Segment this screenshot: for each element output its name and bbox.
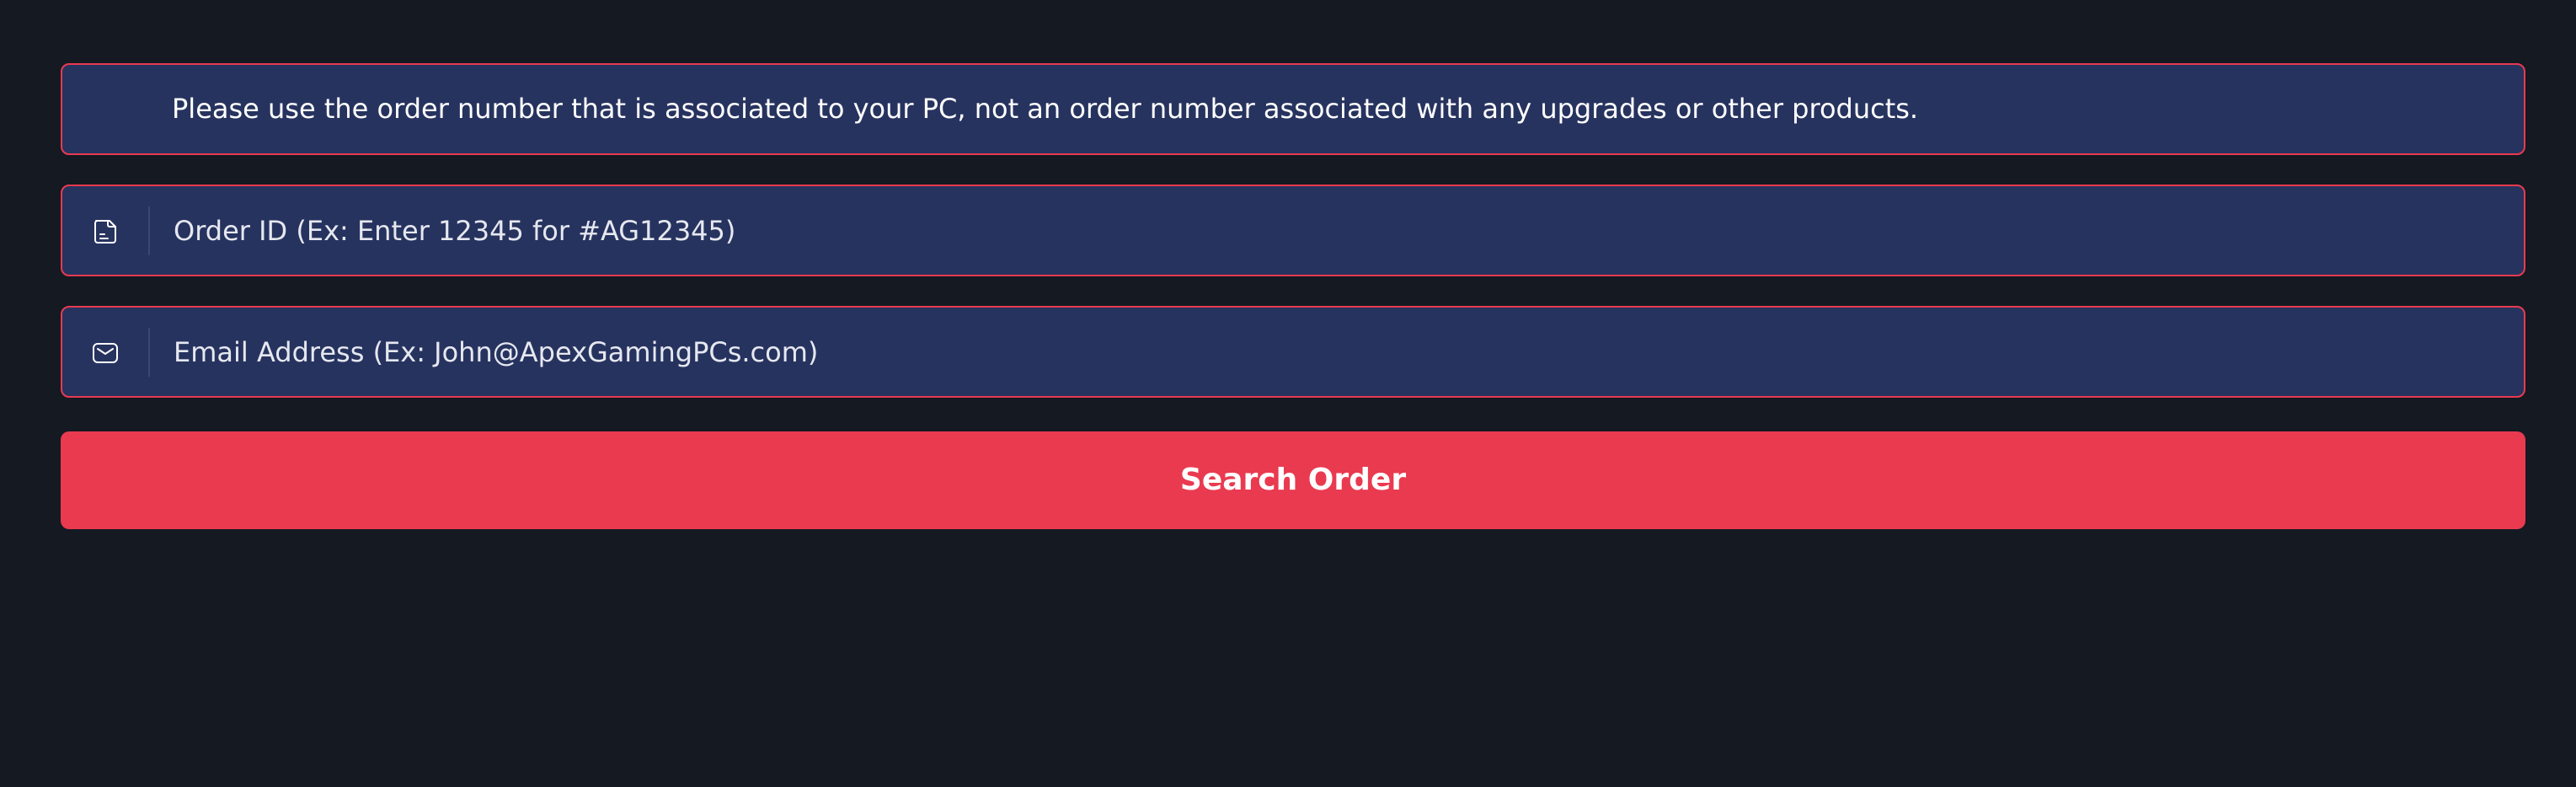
order-number-notice: Please use the order number that is asso…	[61, 63, 2525, 155]
mail-icon	[90, 338, 120, 368]
search-order-button[interactable]: Search Order	[61, 431, 2525, 529]
order-id-input[interactable]	[170, 186, 2495, 275]
notice-text: Please use the order number that is asso…	[172, 93, 1919, 125]
field-divider	[148, 328, 150, 377]
document-icon	[90, 217, 120, 247]
field-divider	[148, 206, 150, 255]
email-input[interactable]	[170, 308, 2495, 396]
email-address-field[interactable]	[61, 306, 2525, 398]
order-id-field[interactable]	[61, 185, 2525, 276]
